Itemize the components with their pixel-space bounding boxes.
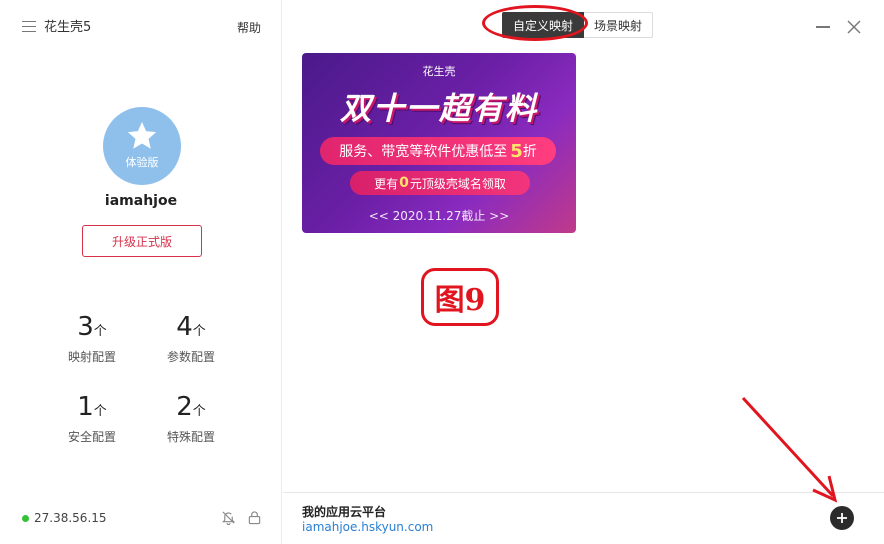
star-icon	[127, 121, 157, 149]
stat-label: 映射配置	[67, 350, 116, 364]
stat-unit: 个	[192, 404, 206, 419]
avatar[interactable]: 体验版	[103, 107, 181, 185]
cloud-title: 我的应用云平台	[302, 505, 387, 519]
close-icon[interactable]	[846, 19, 862, 35]
username: iamahjoe	[104, 193, 178, 209]
sidebar: 花生壳5 帮助 体验版 iamahjoe 升级正式版 3个 映射配置 4个 参数…	[0, 0, 282, 544]
stat-label: 特殊配置	[166, 430, 215, 444]
connection-status: 27.38.56.15	[22, 511, 107, 525]
account-type-badge: 体验版	[125, 155, 159, 169]
menu-icon[interactable]	[22, 20, 38, 32]
stat-mapping-config[interactable]: 3个 映射配置	[52, 312, 132, 365]
tab-scene-mapping[interactable]: 场景映射	[584, 12, 654, 38]
cloud-domain-link[interactable]: iamahjoe.hskyun.com	[302, 520, 433, 534]
stat-label: 安全配置	[67, 430, 116, 444]
plus-icon	[837, 513, 847, 523]
banner-brand: 花生壳	[422, 65, 456, 78]
annotation-arrow	[741, 396, 838, 503]
help-link[interactable]: 帮助	[237, 19, 261, 36]
ip-address: 27.38.56.15	[34, 511, 107, 525]
stat-value: 4	[176, 312, 193, 342]
offer-text: 服务、带宽等软件优惠低至	[339, 144, 508, 160]
stat-label: 参数配置	[166, 350, 215, 364]
stat-security-config[interactable]: 1个 安全配置	[52, 392, 132, 445]
lock-icon[interactable]	[247, 510, 262, 525]
app-header: 花生壳5	[22, 16, 91, 35]
stat-value: 1	[77, 392, 94, 422]
bell-off-icon[interactable]	[221, 510, 236, 525]
minimize-icon[interactable]	[816, 26, 830, 28]
stat-parameter-config[interactable]: 4个 参数配置	[151, 312, 231, 365]
domain-number: 0	[399, 175, 409, 191]
domain-prefix: 更有	[374, 176, 399, 191]
offer-suffix: 折	[522, 144, 537, 160]
stat-unit: 个	[93, 404, 107, 419]
stat-unit: 个	[93, 324, 107, 339]
domain-suffix: 元顶级壳域名领取	[409, 176, 506, 191]
online-status-dot	[22, 514, 29, 522]
stat-special-config[interactable]: 2个 特殊配置	[151, 392, 231, 445]
stat-value: 3	[77, 312, 94, 342]
stat-value: 2	[176, 392, 193, 422]
app-title: 花生壳5	[44, 20, 92, 35]
banner-headline: 双十一超有料	[340, 91, 538, 127]
upgrade-button[interactable]: 升级正式版	[82, 225, 202, 257]
banner-domain-line: 更有 0 元顶级壳域名领取	[350, 171, 530, 195]
figure-annotation: 图9	[421, 268, 499, 326]
banner-offer-line: 服务、带宽等软件优惠低至 5 折	[320, 137, 556, 165]
annotation-circle	[482, 5, 588, 41]
offer-number: 5	[510, 140, 523, 162]
stat-unit: 个	[192, 324, 206, 339]
banner-deadline: << 2020.11.27截止 >>	[368, 209, 510, 223]
promo-banner[interactable]: 花生壳 双十一超有料 服务、带宽等软件优惠低至 5 折 更有 0 元顶级壳域名领取 <<…	[302, 53, 576, 233]
